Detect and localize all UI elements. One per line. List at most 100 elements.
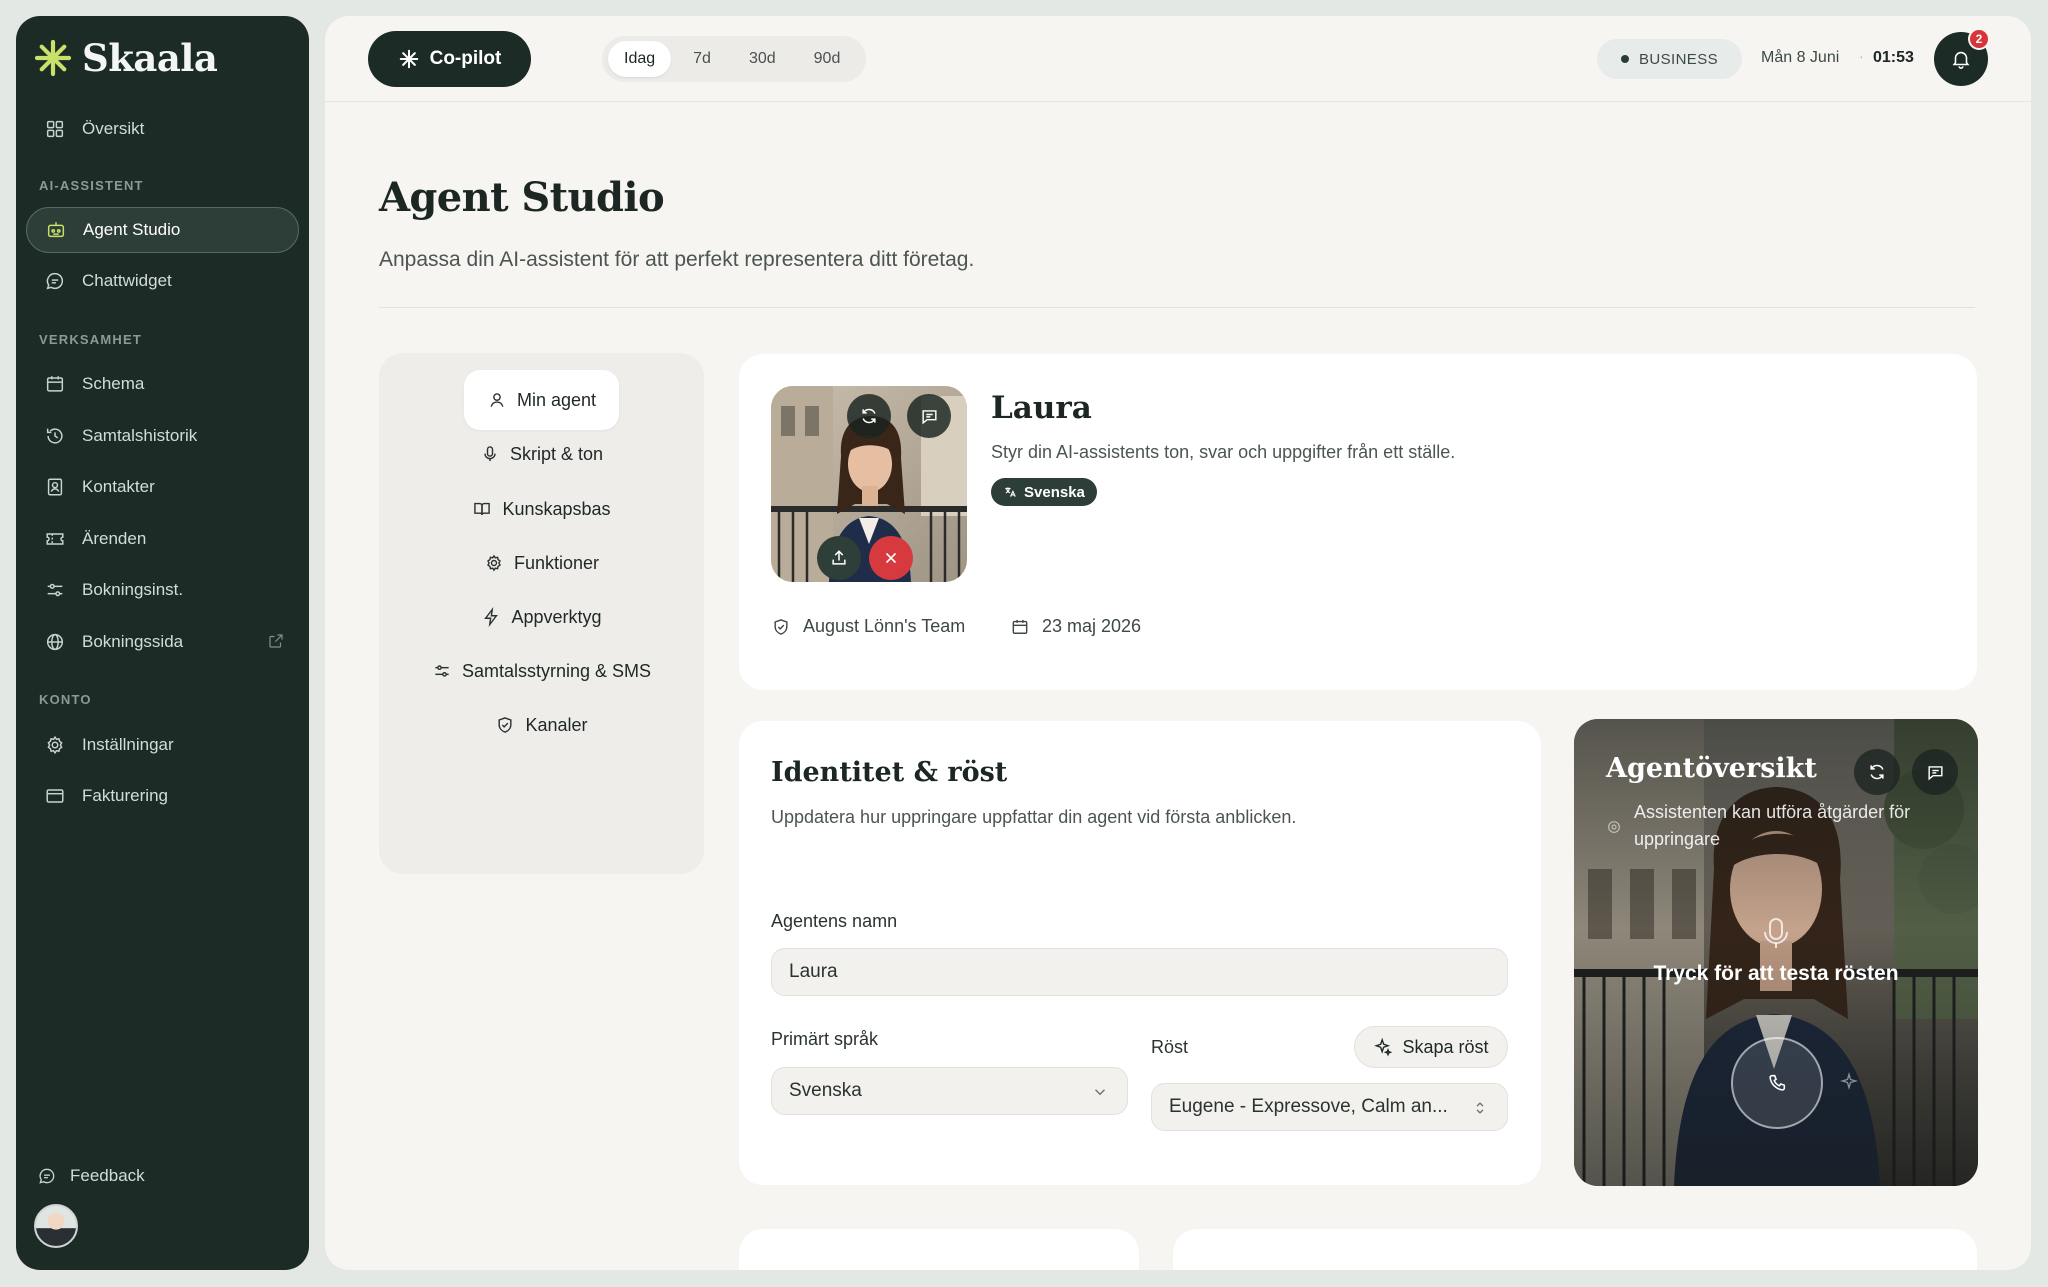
subnav-label: Kanaler xyxy=(525,714,588,735)
overview-message-button[interactable] xyxy=(1912,749,1958,795)
upload-icon xyxy=(832,550,846,565)
voice-value: Eugene - Expressove, Calm an... xyxy=(1169,1096,1448,1117)
gear-icon xyxy=(487,554,501,572)
refresh-icon xyxy=(1870,764,1884,780)
settings-icon xyxy=(1608,821,1620,833)
close-icon xyxy=(885,552,897,564)
plan-badge: BUSINESS xyxy=(1597,39,1742,79)
sidebar-item-label: Fakturering xyxy=(82,786,168,805)
sidebar-item-booking-page[interactable]: Bokningssida xyxy=(26,619,299,665)
plan-label: BUSINESS xyxy=(1638,50,1719,68)
sidebar-item-contacts[interactable]: Kontakter xyxy=(26,464,299,510)
feedback-button[interactable]: Feedback xyxy=(18,1153,291,1199)
primary-language-value: Svenska xyxy=(789,1080,862,1101)
sidebar-item-schema[interactable]: Schema xyxy=(26,361,299,407)
sidebar-item-tickets[interactable]: Ärenden xyxy=(26,516,299,562)
sliders-icon xyxy=(47,583,63,597)
language-tag: Svenska xyxy=(991,478,1097,506)
globe-icon xyxy=(46,633,64,651)
agent-overview-card[interactable]: Agentöversikt Assistenten kan utföra åtg… xyxy=(1574,719,1978,1186)
sidebar-item-label: Översikt xyxy=(82,119,145,138)
brand-name: Skaala xyxy=(82,36,218,80)
sidebar-item-label: Samtalshistorik xyxy=(82,426,198,445)
user-icon xyxy=(490,393,504,407)
create-voice-button[interactable]: Skapa röst xyxy=(1354,1026,1508,1068)
voice-label: Röst xyxy=(1151,1037,1189,1057)
calendar-icon xyxy=(46,376,64,392)
agent-subnav: Min agent Skript & ton Kunskapsbas Funkt… xyxy=(379,353,704,874)
sidebar-item-billing[interactable]: Fakturering xyxy=(26,773,299,819)
shield-check-icon xyxy=(498,717,513,733)
message-icon xyxy=(1927,765,1943,780)
copilot-button[interactable]: Co-pilot xyxy=(368,31,531,87)
agent-team-label: August Lönn's Team xyxy=(803,616,966,636)
sidebar-item-label: Agent Studio xyxy=(83,220,181,239)
sidebar-item-agent-studio[interactable]: Agent Studio xyxy=(26,207,299,253)
microphone-icon xyxy=(484,446,496,462)
brand-logo[interactable]: Skaala xyxy=(34,36,218,80)
identity-title: Identitet & röst xyxy=(771,757,1008,788)
subnav-channels[interactable]: Kanaler xyxy=(379,695,704,755)
message-icon xyxy=(921,409,937,424)
sidebar-item-label: Bokningsinst. xyxy=(82,580,184,599)
overview-refresh-button[interactable] xyxy=(1854,749,1900,795)
language-tag-label: Svenska xyxy=(1024,483,1085,501)
sidebar-item-label: Bokningssida xyxy=(82,632,184,651)
user-avatar[interactable] xyxy=(34,1204,78,1248)
upload-avatar-button[interactable] xyxy=(817,536,861,580)
regenerate-avatar-button[interactable] xyxy=(847,394,891,438)
range-7d[interactable]: 7d xyxy=(677,41,727,77)
translate-icon xyxy=(1005,487,1016,497)
sidebar-item-booking-settings[interactable]: Bokningsinst. xyxy=(26,567,299,613)
primary-language-label: Primärt språk xyxy=(771,1029,879,1049)
date-range-selector: Idag 7d 30d 90d xyxy=(602,36,866,82)
section-business: VERKSAMHET xyxy=(39,332,143,347)
subnav-call-routing-sms[interactable]: Samtalsstyrning & SMS xyxy=(379,641,704,701)
sidebar-item-call-history[interactable]: Samtalshistorik xyxy=(26,413,299,459)
bell-icon xyxy=(1952,51,1970,69)
sidebar-item-overview[interactable]: Översikt xyxy=(26,106,299,152)
agent-description: Styr din AI-assistents ton, svar och upp… xyxy=(991,442,1456,462)
subnav-knowledge-base[interactable]: Kunskapsbas xyxy=(379,479,704,539)
create-voice-label: Skapa röst xyxy=(1402,1036,1489,1057)
subnav-my-agent[interactable]: Min agent xyxy=(464,370,619,430)
agent-avatar[interactable] xyxy=(771,386,967,582)
logo-star-icon xyxy=(34,39,72,77)
main-panel: Co-pilot Idag 7d 30d 90d BUSINESS Mån 8 … xyxy=(325,16,2031,1270)
feedback-icon xyxy=(39,1168,55,1184)
billing-icon xyxy=(46,789,64,803)
sidebar-item-label: Inställningar xyxy=(82,735,174,754)
current-date: Mån 8 Juni xyxy=(1761,49,1840,66)
range-30d[interactable]: 30d xyxy=(733,41,792,77)
bottom-card-right xyxy=(1173,1229,1977,1270)
contact-icon xyxy=(47,478,63,496)
topbar: Co-pilot Idag 7d 30d 90d BUSINESS Mån 8 … xyxy=(325,16,2031,102)
primary-language-select[interactable]: Svenska xyxy=(771,1067,1128,1115)
agent-created-date: 23 maj 2026 xyxy=(1010,616,1141,637)
overview-subtitle: Assistenten kan utföra åtgärder för uppr… xyxy=(1634,802,1911,849)
book-icon xyxy=(474,502,491,515)
subnav-app-tools[interactable]: Appverktyg xyxy=(379,587,704,647)
voice-select[interactable]: Eugene - Expressove, Calm an... xyxy=(1151,1083,1508,1131)
current-time: 01:53 xyxy=(1873,49,1914,66)
sparkle-icon xyxy=(1374,1037,1393,1057)
agent-name-input[interactable]: Laura xyxy=(771,948,1508,996)
page-title: Agent Studio xyxy=(379,174,665,221)
history-icon xyxy=(46,428,63,444)
remove-avatar-button[interactable] xyxy=(869,536,913,580)
copilot-label: Co-pilot xyxy=(429,48,502,69)
avatar-comment-button[interactable] xyxy=(907,394,951,438)
subnav-label: Appverktyg xyxy=(511,606,602,627)
sidebar-item-settings[interactable]: Inställningar xyxy=(26,722,299,768)
agent-name-value: Laura xyxy=(789,961,838,982)
sidebar-item-chat-widget[interactable]: Chattwidget xyxy=(26,258,299,304)
subnav-functions[interactable]: Funktioner xyxy=(379,533,704,593)
sidebar-item-label: Ärenden xyxy=(82,529,147,548)
test-voice-call-button[interactable] xyxy=(1731,1037,1823,1129)
subnav-label: Samtalsstyrning & SMS xyxy=(461,660,652,681)
range-90d[interactable]: 90d xyxy=(798,41,857,77)
range-today[interactable]: Idag xyxy=(608,41,672,77)
subnav-script-tone[interactable]: Skript & ton xyxy=(379,424,704,484)
agent-name: Laura xyxy=(991,390,1092,426)
test-voice-hint: Tryck för att testa rösten xyxy=(1653,962,1899,985)
